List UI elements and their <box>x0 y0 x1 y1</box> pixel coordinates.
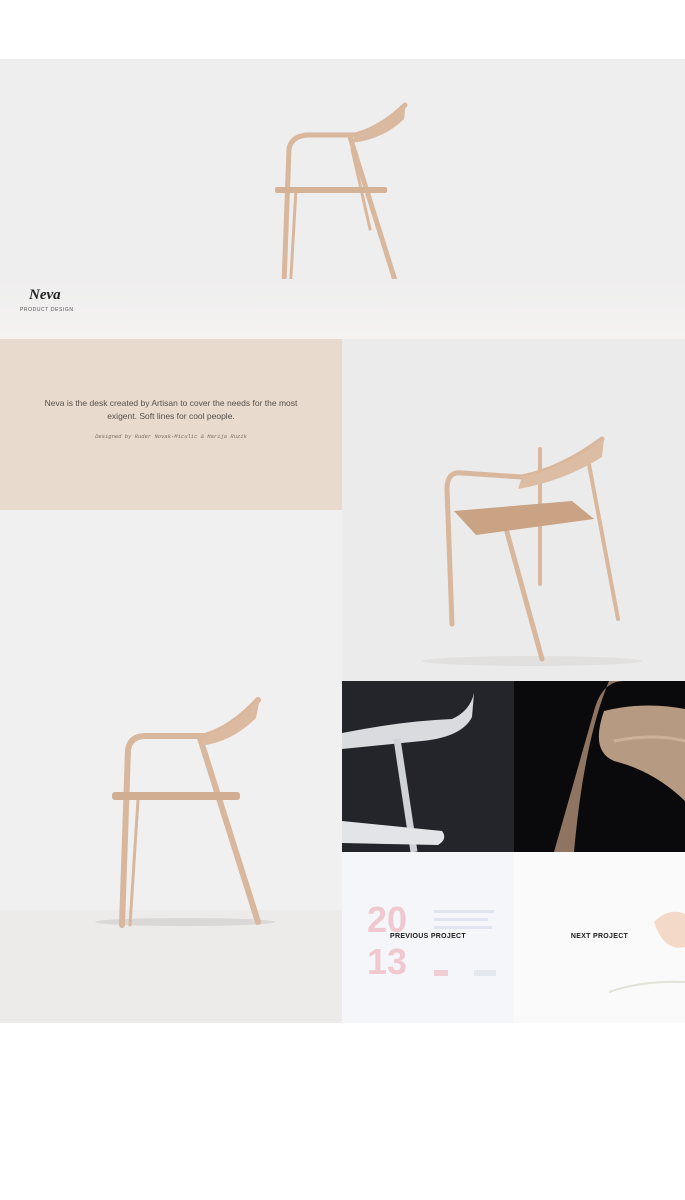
next-project-link[interactable]: NEXT PROJECT <box>514 852 685 1023</box>
previous-project-label: PREVIOUS PROJECT <box>390 933 466 940</box>
hero-image <box>0 59 685 339</box>
chair-side-large-image <box>0 510 342 1023</box>
wood-detail-image <box>514 681 685 852</box>
next-project-label: NEXT PROJECT <box>570 933 629 940</box>
project-title: Neva <box>29 287 61 303</box>
svg-text:13: 13 <box>367 941 407 982</box>
chair-angle-image <box>342 339 685 681</box>
white-chair-detail-image <box>342 681 514 852</box>
description-tile: Neva is the desk created by Artisan to c… <box>0 339 342 510</box>
description-text: Neva is the desk created by Artisan to c… <box>44 398 298 421</box>
designer-credit: Designed by Ruder Novak-Miculic & Marija… <box>95 433 247 440</box>
project-subtitle: PRODUCT DESIGN <box>20 307 74 313</box>
previous-project-link[interactable]: 20 13 PREVIOUS PROJECT <box>342 852 514 1023</box>
